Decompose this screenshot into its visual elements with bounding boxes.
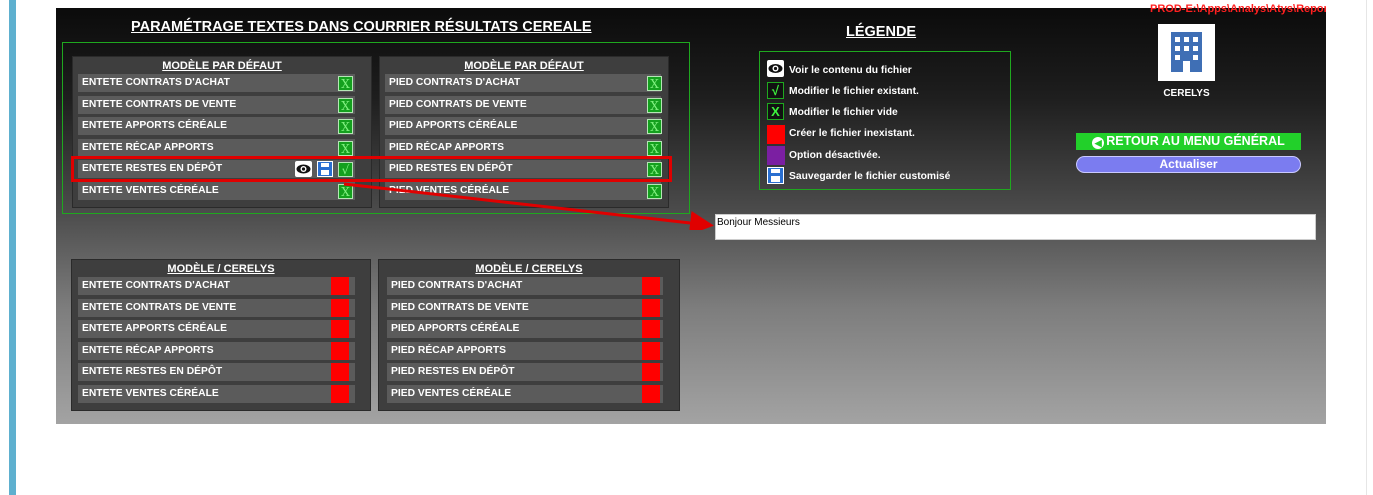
legend-label-create: Créer le fichier inexistant. [789,128,915,139]
x-icon[interactable]: X [338,98,353,113]
panel-header: MODÈLE PAR DÉFAUT [464,60,584,72]
building-icon [1158,24,1215,81]
red-square-icon[interactable] [331,277,349,295]
row-pied-apports-cereale[interactable]: PIED APPORTS CÉRÉALE [385,117,661,135]
row-custom-entete-recap-apports[interactable]: ENTETE RÉCAP APPORTS [78,342,355,360]
panel-header: MODÈLE PAR DÉFAUT [162,60,282,72]
back-arrow-icon: ◀ [1092,137,1105,149]
row-custom-entete-ventes-cereale[interactable]: ENTETE VENTES CÉRÉALE [78,385,355,403]
x-icon[interactable]: X [647,141,662,156]
panel-header: MODÈLE / CERELYS [167,263,275,275]
environment-path-label: PROD-E:\Apps\Analys\Atys\Repore [1150,3,1326,15]
floppy-disk-icon [767,167,784,184]
row-custom-pied-contrats-vente[interactable]: PIED CONTRATS DE VENTE [387,299,663,317]
red-square-icon[interactable] [642,299,660,317]
row-custom-pied-apports-cereale[interactable]: PIED APPORTS CÉRÉALE [387,320,663,338]
legend-label-save: Sauvegarder le fichier customisé [789,171,951,182]
file-content-textbox[interactable]: Bonjour Messieurs [715,214,1316,240]
legend-label-disabled: Option désactivée. [789,150,881,161]
page-title: PARAMÉTRAGE TEXTES DANS COURRIER RÉSULTA… [131,19,592,35]
row-pied-contrats-achat[interactable]: PIED CONTRATS D'ACHAT [385,74,661,92]
x-icon[interactable]: X [338,141,353,156]
row-custom-entete-apports-cereale[interactable]: ENTETE APPORTS CÉRÉALE [78,320,355,338]
red-square-icon[interactable] [642,320,660,338]
check-icon: √ [767,82,784,99]
row-entete-recap-apports[interactable]: ENTETE RÉCAP APPORTS [78,139,355,157]
retour-menu-button[interactable]: ◀ RETOUR AU MENU GÉNÉRAL [1076,133,1301,150]
legend-title: LÉGENDE [846,24,917,40]
x-icon: X [767,103,784,120]
row-pied-recap-apports[interactable]: PIED RÉCAP APPORTS [385,139,661,157]
actualiser-button[interactable]: Actualiser [1076,156,1301,173]
legend-label-modify-empty: Modifier le fichier vide [789,107,898,118]
legend-label-view: Voir le contenu du fichier [789,65,912,76]
row-entete-contrats-achat[interactable]: ENTETE CONTRATS D'ACHAT [78,74,355,92]
red-square-icon[interactable] [642,363,660,381]
row-custom-pied-ventes-cereale[interactable]: PIED VENTES CÉRÉALE [387,385,663,403]
red-square-icon [767,125,785,144]
red-square-icon[interactable] [331,299,349,317]
x-icon[interactable]: X [647,98,662,113]
panel-header: MODÈLE / CERELYS [475,263,583,275]
x-icon[interactable]: X [338,76,353,91]
row-custom-entete-contrats-vente[interactable]: ENTETE CONTRATS DE VENTE [78,299,355,317]
x-icon[interactable]: X [647,76,662,91]
company-name: CERELYS [1163,88,1210,99]
legend-label-modify-existing: Modifier le fichier existant. [789,86,919,97]
row-entete-apports-cereale[interactable]: ENTETE APPORTS CÉRÉALE [78,117,355,135]
x-icon[interactable]: X [647,119,662,134]
row-custom-pied-restes-depot[interactable]: PIED RESTES EN DÉPÔT [387,363,663,381]
row-pied-contrats-vente[interactable]: PIED CONTRATS DE VENTE [385,96,661,114]
arrow-icon [343,182,714,230]
right-divider [1366,0,1367,495]
row-custom-pied-contrats-achat[interactable]: PIED CONTRATS D'ACHAT [387,277,663,295]
red-square-icon[interactable] [331,342,349,360]
red-square-icon[interactable] [331,363,349,381]
row-entete-contrats-vente[interactable]: ENTETE CONTRATS DE VENTE [78,96,355,114]
row-custom-entete-contrats-achat[interactable]: ENTETE CONTRATS D'ACHAT [78,277,355,295]
red-square-icon[interactable] [642,385,660,403]
red-square-icon[interactable] [331,320,349,338]
row-entete-ventes-cereale[interactable]: ENTETE VENTES CÉRÉALE [78,182,355,200]
red-square-icon[interactable] [642,342,660,360]
eye-icon [767,60,784,77]
retour-menu-label: RETOUR AU MENU GÉNÉRAL [1106,134,1285,148]
red-square-icon[interactable] [331,385,349,403]
selected-row-highlight [71,156,672,182]
row-custom-entete-restes-depot[interactable]: ENTETE RESTES EN DÉPÔT [78,363,355,381]
left-accent-bar [9,0,16,495]
x-icon[interactable]: X [338,119,353,134]
purple-square-icon [767,146,785,165]
row-custom-pied-recap-apports[interactable]: PIED RÉCAP APPORTS [387,342,663,360]
red-square-icon[interactable] [642,277,660,295]
